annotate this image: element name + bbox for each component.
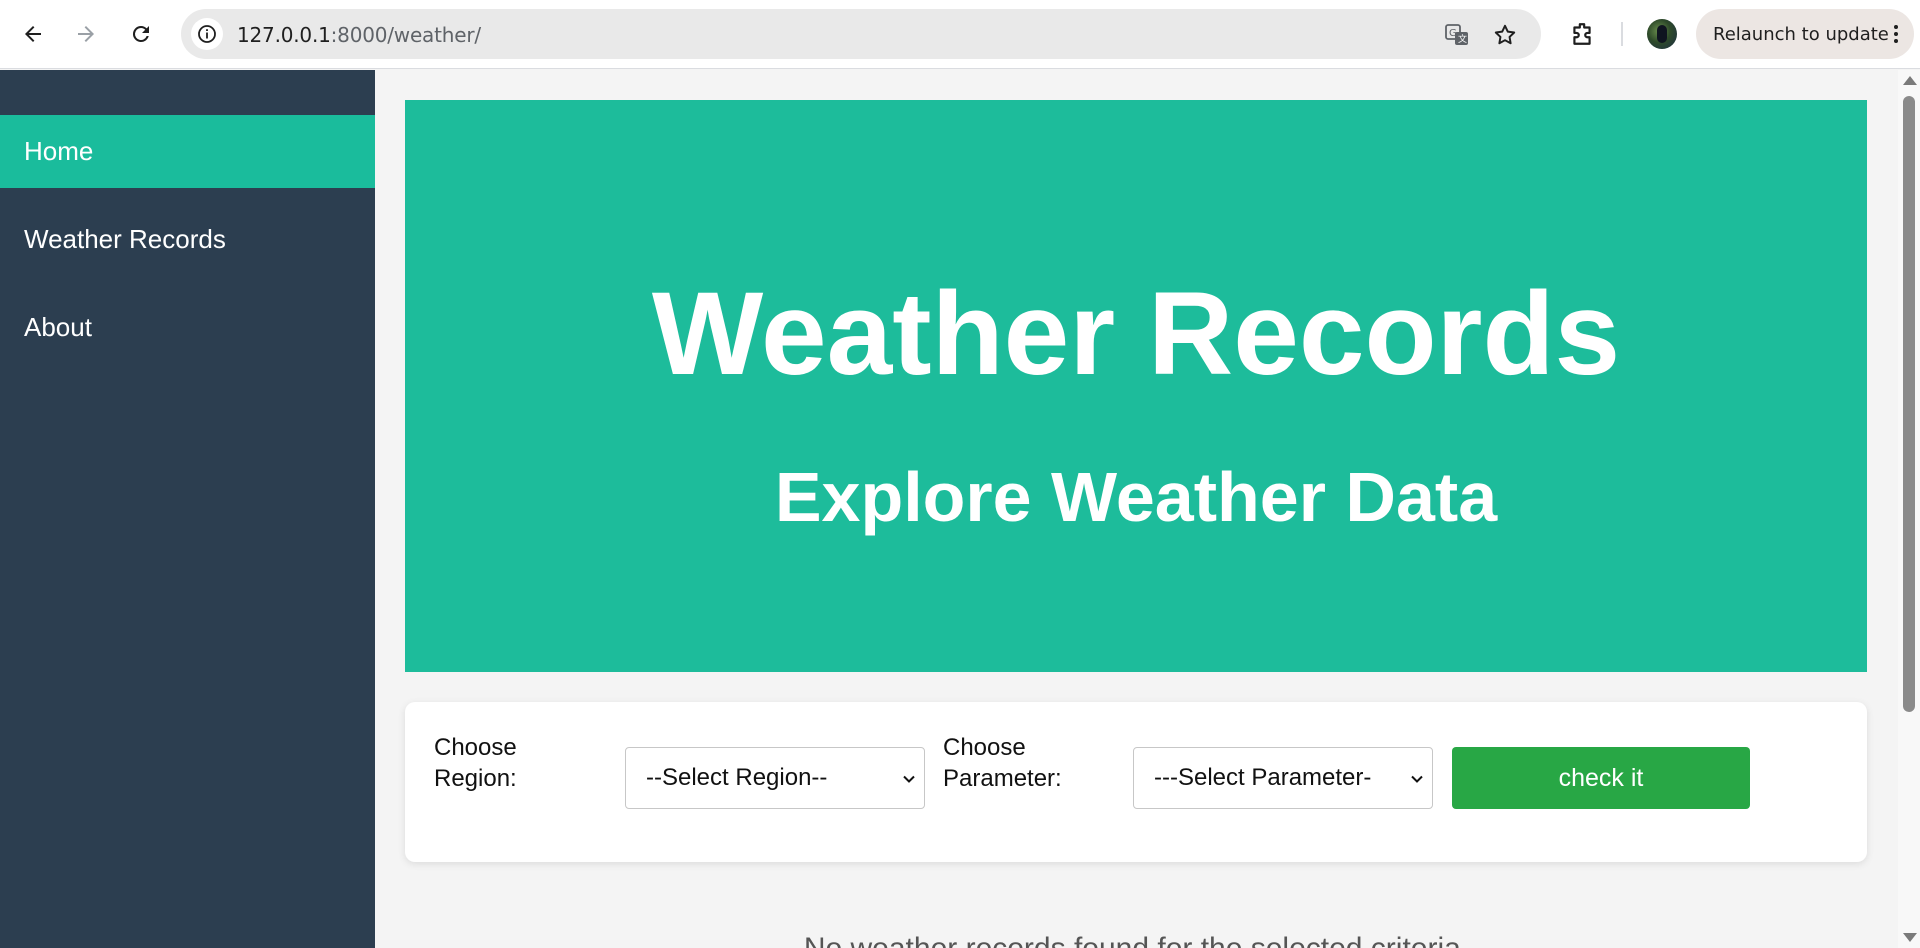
sidebar-item-home[interactable]: Home xyxy=(0,115,375,188)
sidebar-item-label: Weather Records xyxy=(24,224,226,254)
reload-button[interactable] xyxy=(121,14,161,54)
url-text[interactable]: 127.0.0.1:8000/weather/ xyxy=(237,23,481,47)
site-info-icon[interactable] xyxy=(191,18,223,50)
sidebar-item-label: About xyxy=(24,312,92,342)
region-label: Choose Region: xyxy=(434,734,517,792)
relaunch-label: Relaunch to update xyxy=(1713,23,1889,45)
scroll-thumb[interactable] xyxy=(1903,96,1915,712)
hero-banner: Weather Records Explore Weather Data xyxy=(405,100,1867,672)
bookmark-star-icon[interactable] xyxy=(1491,21,1519,49)
region-select-value: --Select Region-- xyxy=(646,764,828,791)
sidebar-item-weather-records[interactable]: Weather Records xyxy=(0,203,375,276)
translate-icon[interactable]: G文 xyxy=(1443,21,1471,49)
kebab-menu-icon[interactable] xyxy=(1894,24,1898,44)
back-button[interactable] xyxy=(13,14,53,54)
url-host: 127.0.0.1 xyxy=(237,23,331,47)
sidebar: Home Weather Records About xyxy=(0,70,375,948)
sidebar-item-about[interactable]: About xyxy=(0,291,375,364)
url-path: :8000/weather/ xyxy=(330,23,481,47)
hero-subtitle: Explore Weather Data xyxy=(774,458,1498,536)
hero-title: Weather Records xyxy=(651,268,1621,400)
forward-button[interactable] xyxy=(66,14,106,54)
filter-form: Choose Region: --Select Region-- Choose … xyxy=(405,702,1867,862)
parameter-select[interactable]: ---Select Parameter- xyxy=(1133,747,1433,809)
reload-icon xyxy=(132,25,149,42)
scroll-down-icon[interactable] xyxy=(1903,933,1917,942)
extensions-icon[interactable] xyxy=(1566,18,1598,50)
browser-toolbar: 127.0.0.1:8000/weather/ G文 Relaunch to u… xyxy=(0,0,1920,69)
main-content: Weather Records Explore Weather Data Cho… xyxy=(375,70,1898,948)
relaunch-button[interactable]: Relaunch to update xyxy=(1696,9,1914,59)
parameter-select-value: ---Select Parameter- xyxy=(1154,764,1372,791)
forward-arrow-icon xyxy=(78,26,94,42)
sidebar-item-label: Home xyxy=(24,136,94,166)
no-records-message: No weather records found for the selecte… xyxy=(375,932,1898,948)
page-scrollbar[interactable] xyxy=(1898,70,1920,948)
address-bar[interactable]: 127.0.0.1:8000/weather/ G文 xyxy=(181,9,1541,59)
back-arrow-icon xyxy=(25,26,41,42)
chevron-down-icon xyxy=(903,775,915,783)
check-it-button[interactable]: check it xyxy=(1452,747,1750,809)
profile-avatar[interactable] xyxy=(1647,19,1677,49)
svg-text:文: 文 xyxy=(1458,33,1467,45)
region-select[interactable]: --Select Region-- xyxy=(625,747,925,809)
parameter-label: Choose Parameter: xyxy=(943,734,1062,792)
chevron-down-icon xyxy=(1411,775,1423,783)
scroll-up-icon[interactable] xyxy=(1903,76,1917,85)
toolbar-divider xyxy=(1621,22,1623,46)
